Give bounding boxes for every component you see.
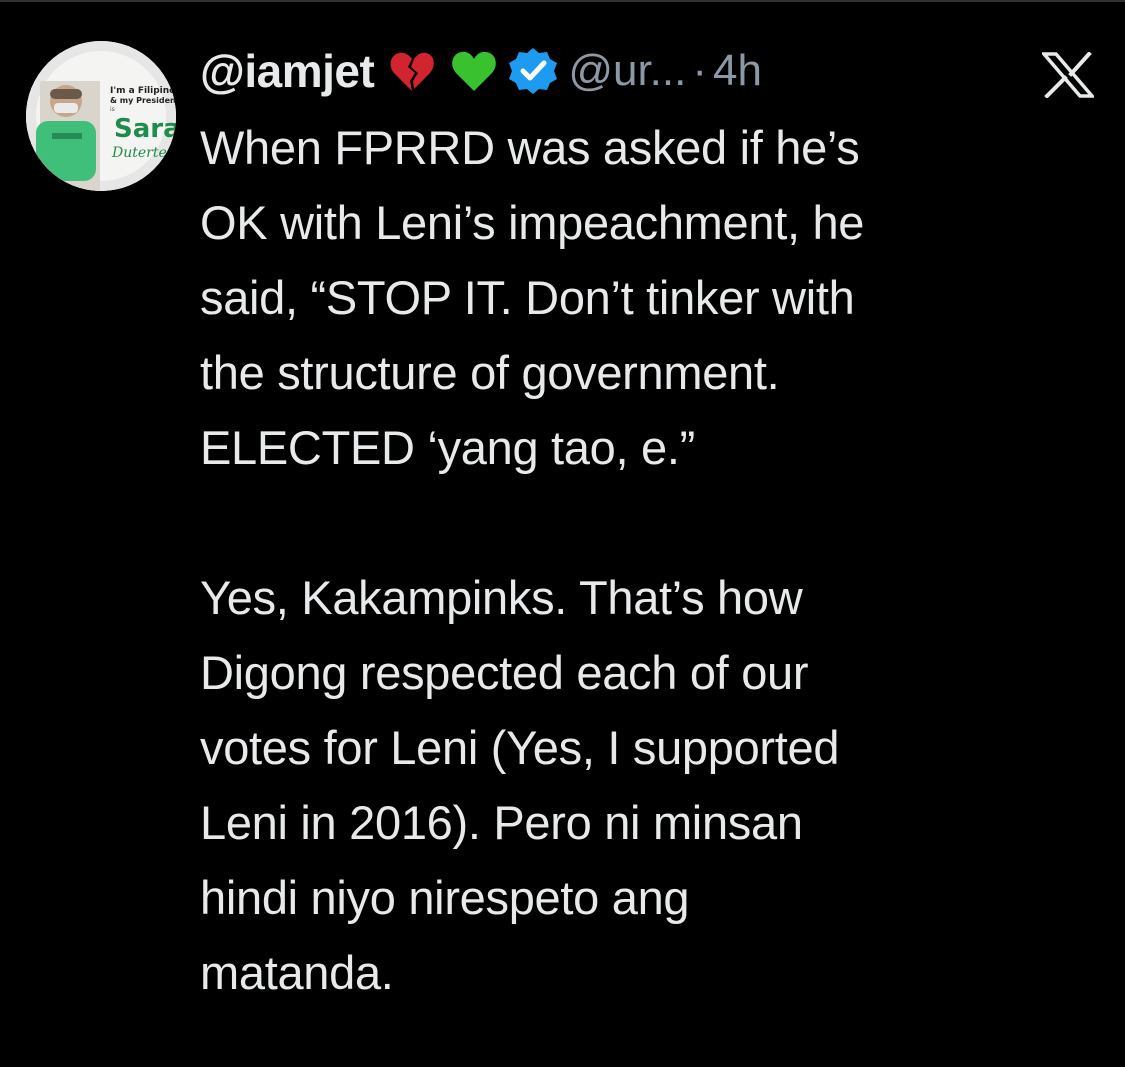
green-heart-icon	[450, 47, 498, 95]
avatar-text-line2: & my President	[110, 96, 176, 105]
tweet-line: votes for Leni (Yes, I supported	[200, 721, 840, 774]
username-truncated[interactable]: @ur...	[568, 46, 686, 96]
x-logo-icon[interactable]	[1042, 52, 1094, 98]
tweet-line: Yes, Kakampinks. That’s how	[200, 571, 803, 624]
broken-heart-icon	[388, 47, 436, 95]
tweet-line: matanda.	[200, 946, 394, 999]
tweet-line: OK with Leni’s impeachment, he	[200, 196, 865, 249]
avatar-text-line1: I'm a Filipino	[110, 86, 175, 96]
tweet-line: ELECTED ‘yang tao, e.”	[200, 421, 695, 474]
avatar[interactable]: I'm a Filipino & my President is Sara Du…	[26, 41, 176, 191]
avatar-image: I'm a Filipino & my President is Sara Du…	[26, 41, 176, 191]
timestamp[interactable]: 4h	[713, 46, 762, 96]
verified-badge-icon[interactable]	[508, 46, 558, 96]
tweet-line: hindi niyo nirespeto ang	[200, 871, 690, 924]
tweet-text: When FPRRD was asked if he’s OK with Len…	[200, 110, 1100, 1010]
tweet-line: the structure of government.	[200, 346, 780, 399]
tweet-line: Leni in 2016). Pero ni minsan	[200, 796, 803, 849]
avatar-text-line3: is	[110, 106, 115, 113]
avatar-text-line4: Sara	[114, 114, 176, 144]
tweet-line: said, “STOP IT. Don’t tinker with	[200, 271, 855, 324]
tweet-line: When FPRRD was asked if he’s	[200, 121, 860, 174]
tweet-line: Digong respected each of our	[200, 646, 809, 699]
tweet-paragraph-2: Yes, Kakampinks. That’s how Digong respe…	[200, 560, 1100, 1010]
meta-separator: ·	[692, 46, 708, 95]
author-handle[interactable]: @iamjet	[200, 44, 375, 98]
tweet-paragraph-1: When FPRRD was asked if he’s OK with Len…	[200, 110, 1100, 485]
top-divider	[0, 0, 1125, 2]
tweet-header: @iamjet @ur... · 4h	[200, 38, 762, 104]
avatar-text-line5: Duterte	[111, 145, 167, 161]
